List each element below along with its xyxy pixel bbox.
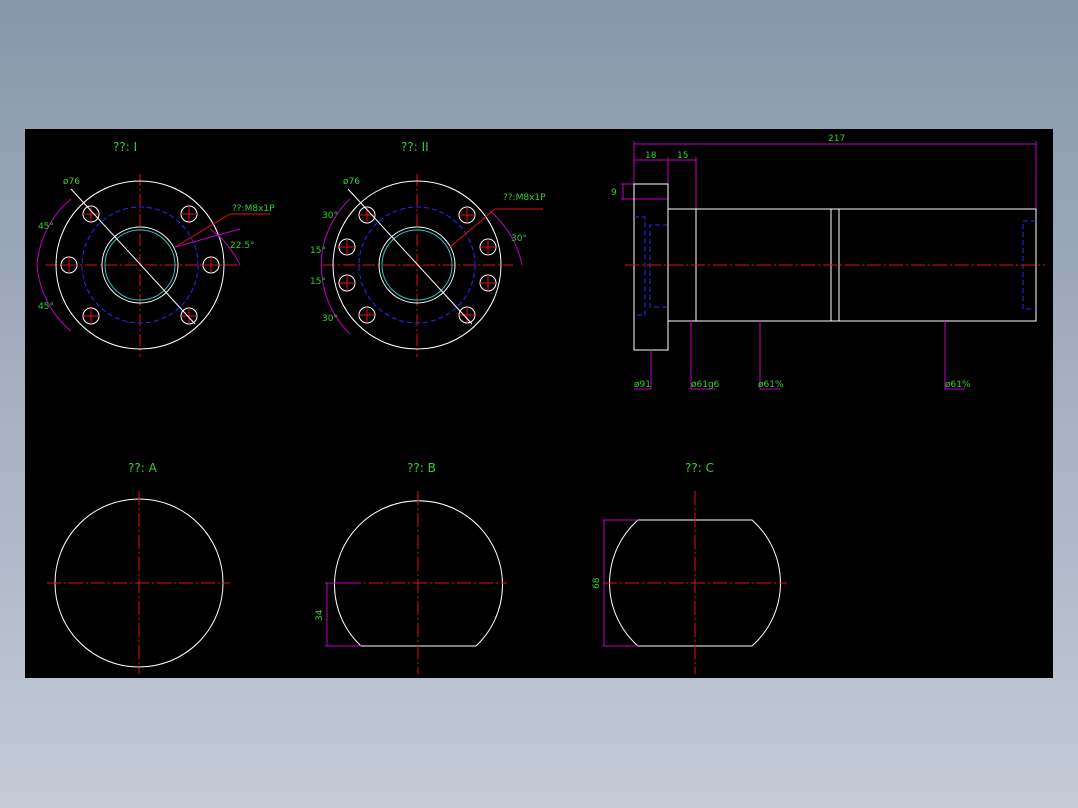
dim-61b: ø61% (945, 380, 971, 390)
dim-34: 34 (315, 609, 325, 621)
view-1: ??: I ø76 ??:M8x1P 45° 45° 22.5° (36, 140, 275, 357)
drawing-canvas: ??: I ø76 ??:M8x1P 45° 45° 22.5° ??: II … (25, 129, 1053, 678)
dia-leader (347, 188, 473, 325)
dim-61g6: ø61g6 (691, 380, 720, 390)
view-1-title: ??: I (113, 140, 137, 154)
dim-91: ø91 (634, 380, 651, 390)
view-a-title: ??: A (128, 461, 158, 475)
view-2-title: ??: II (401, 140, 429, 154)
dia-label: ø76 (343, 177, 360, 187)
angle-top: 45° (38, 222, 54, 232)
dim-61a: ø61% (758, 380, 784, 390)
dim-15: 15 (677, 151, 688, 161)
view-a: ??: A (47, 461, 230, 674)
dim-leader (944, 321, 965, 390)
view-b-title: ??: B (407, 461, 436, 475)
side-view: 217 18 15 9 ø91 ø61g6 ø61% ø61% (611, 134, 1045, 390)
dia-label: ø76 (63, 177, 80, 187)
dia-leader (70, 188, 196, 325)
view-c-title: ??: C (685, 461, 714, 475)
hidden-edge (634, 216, 646, 316)
angle-arc (36, 198, 72, 266)
thread-label: ??:M8x1P (232, 204, 275, 214)
dim-leader (759, 321, 780, 390)
cad-drawing: ??: I ø76 ??:M8x1P 45° 45° 22.5° ??: II … (36, 134, 1045, 674)
view-2: ??: II ø76 ??:M8x1P 30° 15° 15° 30° 30° (310, 140, 546, 357)
angle-arc (36, 264, 72, 332)
hidden-edge (649, 224, 668, 308)
view-c: ??: C 68 (592, 461, 787, 674)
view-b: ??: B 34 (315, 461, 507, 674)
angle-a2: 15° (310, 246, 326, 256)
dim-217: 217 (828, 134, 845, 144)
angle-a3: 15° (310, 277, 326, 287)
angle-a5: 30° (511, 234, 527, 244)
flange-body (633, 183, 669, 351)
thread-label: ??:M8x1P (503, 193, 546, 203)
angle-bottom: 45° (38, 302, 54, 312)
dim-9: 9 (611, 188, 617, 198)
dim-68: 68 (592, 577, 602, 589)
dim-18: 18 (645, 151, 657, 161)
angle-a4: 30° (322, 314, 338, 324)
dim-leader (690, 321, 715, 390)
angle-a1: 30° (322, 211, 338, 221)
angle-right: 22.5° (230, 241, 255, 251)
